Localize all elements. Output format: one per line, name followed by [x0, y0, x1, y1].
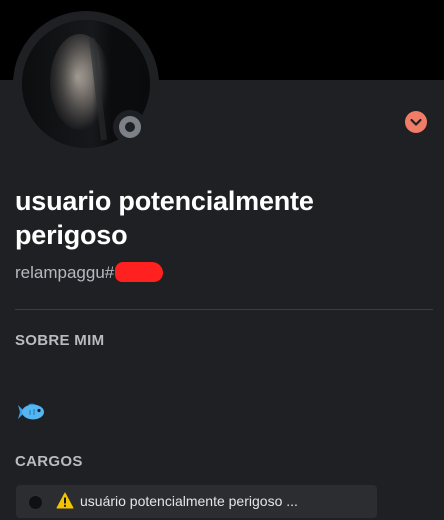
about-me-heading: SOBRE MIM — [15, 332, 105, 349]
divider — [15, 309, 433, 310]
redacted-discriminator-mark — [115, 262, 164, 282]
display-name: usuario potencialmente perigoso — [15, 186, 314, 250]
profile-menu-button[interactable] — [405, 111, 427, 133]
username-prefix: relampaggu# — [15, 263, 115, 282]
chevron-down-icon — [410, 118, 422, 126]
username-tag: relampaggu# — [15, 262, 164, 283]
role-chip[interactable]: usuário potencialmente perigoso ... — [16, 485, 377, 518]
about-me-content — [16, 402, 46, 427]
role-color-dot[interactable] — [28, 495, 43, 510]
status-indicator-frame — [113, 110, 147, 144]
roles-heading: CARGOS — [15, 453, 83, 470]
fish-emoji-icon — [18, 403, 44, 420]
warning-icon — [56, 492, 74, 514]
role-label: usuário potencialmente perigoso ... — [80, 493, 298, 509]
offline-status-icon — [119, 116, 141, 138]
